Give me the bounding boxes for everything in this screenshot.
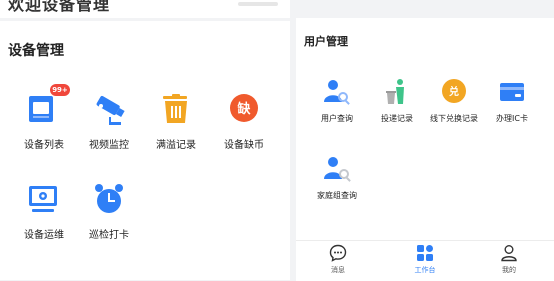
exchange-glyph: 兑 bbox=[449, 85, 459, 98]
user-management-panel: 用户管理 用户查询 投递记录 兑 线下兑换记录 办理IC卡 家庭组查询 bbox=[296, 18, 554, 240]
clipped-top-right bbox=[238, 2, 278, 6]
card-icon bbox=[498, 78, 526, 106]
tab-workbench[interactable]: 工作台 bbox=[395, 241, 455, 281]
alarm-clock-icon bbox=[91, 182, 127, 218]
section-title-user-management: 用户管理 bbox=[304, 35, 348, 48]
family-group-query-label: 家庭组查询 bbox=[317, 191, 357, 200]
tab-profile-label: 我的 bbox=[502, 266, 516, 274]
tab-messages[interactable]: 消息 bbox=[308, 241, 368, 281]
trash-bin-icon bbox=[158, 92, 194, 128]
clipped-top-title: 欢迎设备管理 bbox=[8, 0, 111, 14]
user-icon bbox=[500, 244, 518, 262]
section-title-device-management: 设备管理 bbox=[8, 43, 64, 59]
tab-workbench-label: 工作台 bbox=[414, 266, 436, 274]
coin-shortage-glyph: 缺 bbox=[236, 101, 251, 117]
family-search-icon bbox=[323, 155, 351, 183]
ic-card-label: 办理IC卡 bbox=[496, 114, 528, 123]
bottom-tab-bar: 消息 工作台 我的 bbox=[296, 240, 554, 281]
camera-icon bbox=[91, 92, 127, 128]
monitor-gear-icon bbox=[26, 182, 62, 218]
device-list-icon bbox=[26, 92, 62, 128]
device-coin-shortage-label: 设备缺币 bbox=[224, 140, 264, 151]
top-strip: 欢迎设备管理 bbox=[0, 0, 290, 21]
grid-icon bbox=[416, 244, 434, 262]
tab-profile[interactable]: 我的 bbox=[479, 241, 539, 281]
device-list-badge: 99+ bbox=[50, 84, 70, 96]
person-trash-icon bbox=[383, 78, 411, 106]
coin-shortage-icon: 缺 bbox=[226, 92, 262, 128]
tab-messages-label: 消息 bbox=[331, 266, 345, 274]
device-management-panel: 欢迎设备管理 设备管理 99+ 设备列表 视频监控 满溢记录 缺 设备缺币 设备… bbox=[0, 0, 290, 280]
exchange-icon: 兑 bbox=[440, 78, 468, 106]
message-icon bbox=[329, 244, 347, 262]
user-search-icon bbox=[323, 78, 351, 106]
inspection-checkin-label: 巡检打卡 bbox=[89, 230, 129, 241]
